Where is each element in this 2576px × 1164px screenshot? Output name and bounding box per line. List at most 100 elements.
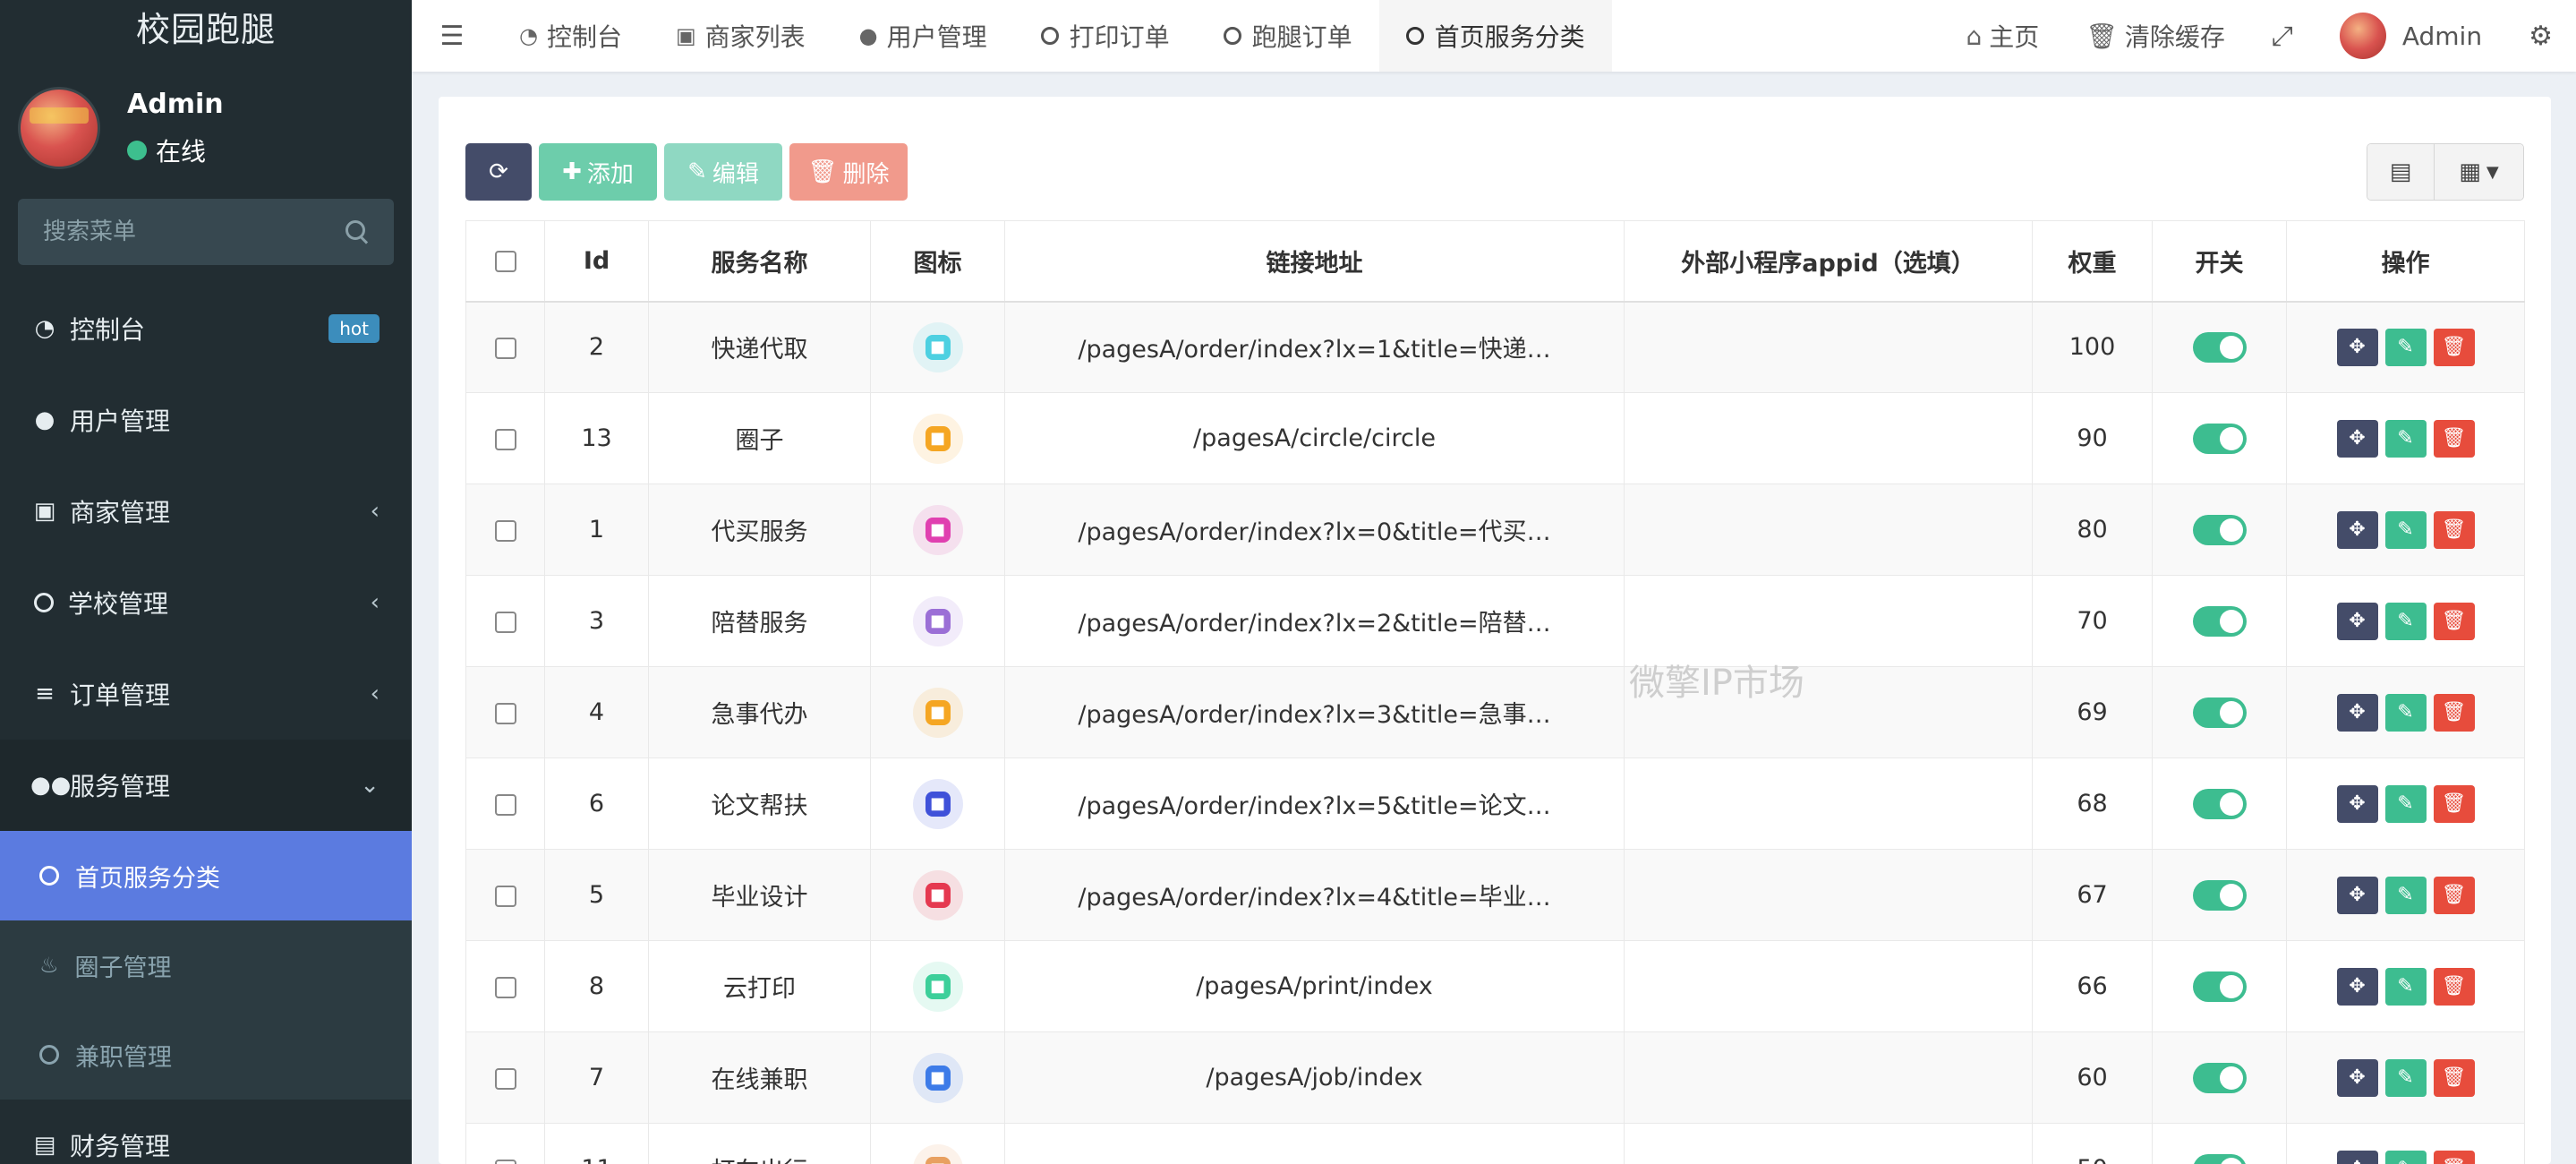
tab-home-categories[interactable]: 首页服务分类 — [1378, 0, 1612, 72]
switch-toggle[interactable] — [2192, 697, 2247, 728]
tab-merchant-list[interactable]: ▣ 商家列表 — [649, 0, 832, 72]
table-row[interactable]: 4 急事代办 ■ /pagesA/order/index?lx=3&title=急事…… — [465, 666, 2525, 758]
drag-move-icon[interactable]: ✥ — [2336, 419, 2378, 458]
home-link[interactable]: ⌂ 主页 — [1942, 18, 2062, 54]
switch-toggle[interactable] — [2192, 788, 2247, 819]
row-delete-icon[interactable]: 🗑 — [2433, 693, 2475, 732]
sidebar-item-jobs[interactable]: 兼职管理 — [0, 1010, 412, 1100]
row-delete-icon[interactable]: 🗑 — [2433, 602, 2475, 640]
drag-move-icon[interactable]: ✥ — [2336, 876, 2378, 914]
add-button[interactable]: ✚ 添加 — [539, 143, 657, 201]
row-checkbox[interactable] — [494, 611, 516, 633]
row-edit-icon[interactable]: ✎ — [2384, 784, 2427, 823]
tab-dashboard[interactable]: ◔ 控制台 — [492, 0, 649, 72]
drag-move-icon[interactable]: ✥ — [2336, 510, 2378, 549]
switch-toggle[interactable] — [2192, 331, 2247, 363]
row-edit-icon[interactable]: ✎ — [2384, 510, 2427, 549]
row-checkbox[interactable] — [494, 337, 516, 359]
switch-toggle[interactable] — [2192, 971, 2247, 1002]
service-icon[interactable]: ■ — [912, 1143, 963, 1164]
drag-move-icon[interactable]: ✥ — [2336, 693, 2378, 732]
row-edit-icon[interactable]: ✎ — [2384, 693, 2427, 732]
row-edit-icon[interactable]: ✎ — [2384, 967, 2427, 1006]
service-icon[interactable]: ■ — [912, 413, 963, 464]
refresh-button[interactable]: ⟳ — [465, 143, 532, 201]
switch-toggle[interactable] — [2192, 1062, 2247, 1093]
table-row[interactable]: 3 陪替服务 ■ /pagesA/order/index?lx=2&title=陪替…… — [465, 575, 2525, 667]
row-edit-icon[interactable]: ✎ — [2384, 1150, 2427, 1164]
col-header-appid[interactable]: 外部小程序appid（选填） — [1624, 220, 2033, 303]
table-row[interactable]: 2 快递代取 ■ /pagesA/order/index?lx=1&title=快递…… — [465, 301, 2525, 393]
fullscreen-icon[interactable]: ⤢ — [2248, 21, 2316, 52]
drag-move-icon[interactable]: ✥ — [2336, 1058, 2378, 1097]
service-icon[interactable]: ■ — [912, 321, 963, 372]
service-icon[interactable]: ■ — [912, 869, 963, 920]
row-checkbox[interactable] — [494, 793, 516, 816]
sidebar-item-merchants[interactable]: ▣ 商家管理 ‹ — [0, 466, 412, 557]
row-edit-icon[interactable]: ✎ — [2384, 419, 2427, 458]
col-header-actions[interactable]: 操作 — [2286, 220, 2525, 303]
row-delete-icon[interactable]: 🗑 — [2433, 876, 2475, 914]
switch-toggle[interactable] — [2192, 1153, 2247, 1164]
col-header-id[interactable]: Id — [544, 220, 649, 303]
row-delete-icon[interactable]: 🗑 — [2433, 328, 2475, 366]
sidebar-item-finance[interactable]: ▤ 财务管理 — [0, 1100, 412, 1164]
table-row[interactable]: 8 云打印 ■ /pagesA/print/index 66 ✥ ✎ 🗑 — [465, 940, 2525, 1032]
switch-toggle[interactable] — [2192, 514, 2247, 545]
row-delete-icon[interactable]: 🗑 — [2433, 1058, 2475, 1097]
sidebar-item-users[interactable]: ● 用户管理 — [0, 374, 412, 466]
sidebar-item-services[interactable]: ●● 服务管理 ⌄ — [0, 740, 412, 831]
table-row[interactable]: 11打车出行 ■ 50 ✥ ✎ 🗑 — [465, 1123, 2525, 1164]
brand-logo[interactable]: 校园跑腿 — [0, 0, 412, 52]
tab-print-orders[interactable]: 打印订单 — [1014, 0, 1197, 72]
row-delete-icon[interactable]: 🗑 — [2433, 510, 2475, 549]
sidebar-item-orders[interactable]: ≡ 订单管理 ‹ — [0, 648, 412, 740]
tab-errand-orders[interactable]: 跑腿订单 — [1197, 0, 1379, 72]
search-icon[interactable] — [345, 220, 369, 244]
drag-move-icon[interactable]: ✥ — [2336, 1150, 2378, 1164]
table-row[interactable]: 5 毕业设计 ■ /pagesA/order/index?lx=4&title=毕业…… — [465, 849, 2525, 941]
row-checkbox[interactable] — [494, 519, 516, 542]
search-input[interactable] — [43, 218, 311, 245]
row-checkbox[interactable] — [494, 428, 516, 450]
drag-move-icon[interactable]: ✥ — [2336, 328, 2378, 366]
edit-button[interactable]: ✎ 编辑 — [664, 143, 782, 201]
sidebar-item-circles[interactable]: ♨ 圈子管理 — [0, 920, 412, 1010]
table-row[interactable]: 1 代买服务 ■ /pagesA/order/index?lx=0&title=代买…… — [465, 484, 2525, 576]
col-header-link[interactable]: 链接地址 — [1004, 220, 1625, 303]
row-checkbox[interactable] — [494, 1159, 516, 1164]
col-header-name[interactable]: 服务名称 — [648, 220, 871, 303]
drag-move-icon[interactable]: ✥ — [2336, 602, 2378, 640]
col-header-switch[interactable]: 开关 — [2152, 220, 2287, 303]
sidebar-item-home-categories[interactable]: 首页服务分类 — [0, 831, 412, 920]
service-icon[interactable]: ■ — [912, 961, 963, 1012]
drag-move-icon[interactable]: ✥ — [2336, 784, 2378, 823]
service-icon[interactable]: ■ — [912, 1052, 963, 1103]
sidebar-item-dashboard[interactable]: ◔ 控制台 hot — [0, 283, 412, 374]
row-checkbox[interactable] — [494, 976, 516, 998]
row-checkbox[interactable] — [494, 1067, 516, 1090]
service-icon[interactable]: ■ — [912, 504, 963, 555]
row-edit-icon[interactable]: ✎ — [2384, 1058, 2427, 1097]
row-delete-icon[interactable]: 🗑 — [2433, 419, 2475, 458]
service-icon[interactable]: ■ — [912, 687, 963, 738]
row-delete-icon[interactable]: 🗑 — [2433, 784, 2475, 823]
switch-toggle[interactable] — [2192, 423, 2247, 454]
tab-user-management[interactable]: ● 用户管理 — [832, 0, 1014, 72]
admin-menu[interactable]: Admin — [2316, 13, 2505, 59]
select-all-checkbox[interactable] — [494, 251, 516, 273]
service-icon[interactable]: ■ — [912, 778, 963, 829]
table-row[interactable]: 13 圈子 ■ /pagesA/circle/circle 90 ✥ ✎ 🗑 — [465, 392, 2525, 484]
col-header-weight[interactable]: 权重 — [2032, 220, 2153, 303]
col-header-icon[interactable]: 图标 — [870, 220, 1005, 303]
menu-toggle-icon[interactable]: ☰ — [412, 0, 492, 72]
row-checkbox[interactable] — [494, 885, 516, 907]
settings-gear-icon[interactable]: ⚙ — [2505, 21, 2576, 52]
row-checkbox[interactable] — [494, 702, 516, 724]
row-delete-icon[interactable]: 🗑 — [2433, 1150, 2475, 1164]
clear-cache-link[interactable]: 🗑 清除缓存 — [2062, 18, 2248, 54]
row-edit-icon[interactable]: ✎ — [2384, 328, 2427, 366]
switch-toggle[interactable] — [2192, 605, 2247, 637]
row-delete-icon[interactable]: 🗑 — [2433, 967, 2475, 1006]
drag-move-icon[interactable]: ✥ — [2336, 967, 2378, 1006]
